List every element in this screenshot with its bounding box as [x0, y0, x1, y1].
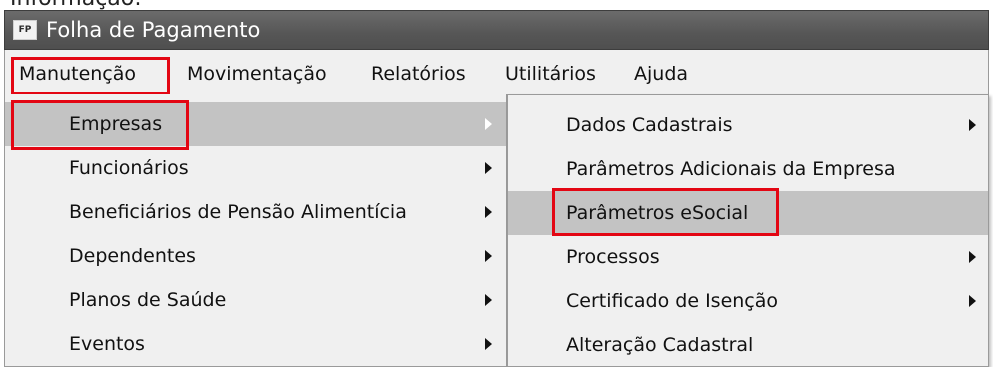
window-title: Folha de Pagamento [46, 18, 261, 42]
menu-item-funcionarios[interactable]: Funcionários [5, 146, 506, 190]
submenu-arrow-icon [969, 295, 976, 307]
submenu-item-alteracao-cadastral[interactable]: Alteração Cadastral [508, 323, 988, 367]
submenu-arrow-icon [485, 338, 492, 350]
menu-item-label: Dados Cadastrais [566, 114, 733, 136]
menu-movimentacao[interactable]: Movimentação [187, 60, 327, 88]
submenu-arrow-icon [969, 119, 976, 131]
submenu-arrow-icon [485, 206, 492, 218]
menu-utilitarios[interactable]: Utilitários [505, 60, 596, 88]
menu-item-label: Dependentes [69, 245, 196, 267]
menu-item-label: Beneficiários de Pensão Alimentícia [69, 201, 407, 223]
highlight-manutencao [11, 57, 170, 95]
menu-item-label: Funcionários [69, 157, 189, 179]
submenu-item-certificado-isencao[interactable]: Certificado de Isenção [508, 279, 988, 323]
menu-item-label: Alteração Cadastral [566, 334, 754, 356]
submenu-item-dados-cadastrais[interactable]: Dados Cadastrais [508, 103, 988, 147]
menu-item-label: Processos [566, 246, 660, 268]
submenu-arrow-icon [485, 294, 492, 306]
highlight-empresas [11, 100, 189, 150]
submenu-arrow-icon [485, 162, 492, 174]
menu-item-label: Eventos [69, 333, 145, 355]
submenu-item-processos[interactable]: Processos [508, 235, 988, 279]
menu-ajuda[interactable]: Ajuda [634, 60, 688, 88]
app-icon: FP [13, 20, 37, 40]
submenu-arrow-icon [485, 250, 492, 262]
submenu-arrow-icon [485, 118, 492, 130]
menu-item-label: Certificado de Isenção [566, 290, 779, 312]
highlight-parametros-esocial [552, 188, 779, 236]
menu-item-beneficiarios[interactable]: Beneficiários de Pensão Alimentícia [5, 190, 506, 234]
menu-item-label: Planos de Saúde [69, 289, 227, 311]
submenu-item-parametros-adicionais[interactable]: Parâmetros Adicionais da Empresa [508, 147, 988, 191]
menu-item-label: Parâmetros Adicionais da Empresa [566, 158, 896, 180]
menu-item-eventos[interactable]: Eventos [5, 322, 506, 366]
menu-relatorios[interactable]: Relatórios [371, 60, 466, 88]
menu-item-dependentes[interactable]: Dependentes [5, 234, 506, 278]
submenu-arrow-icon [969, 251, 976, 263]
menu-item-planos-de-saude[interactable]: Planos de Saúde [5, 278, 506, 322]
window-titlebar[interactable]: FP Folha de Pagamento [4, 10, 989, 50]
